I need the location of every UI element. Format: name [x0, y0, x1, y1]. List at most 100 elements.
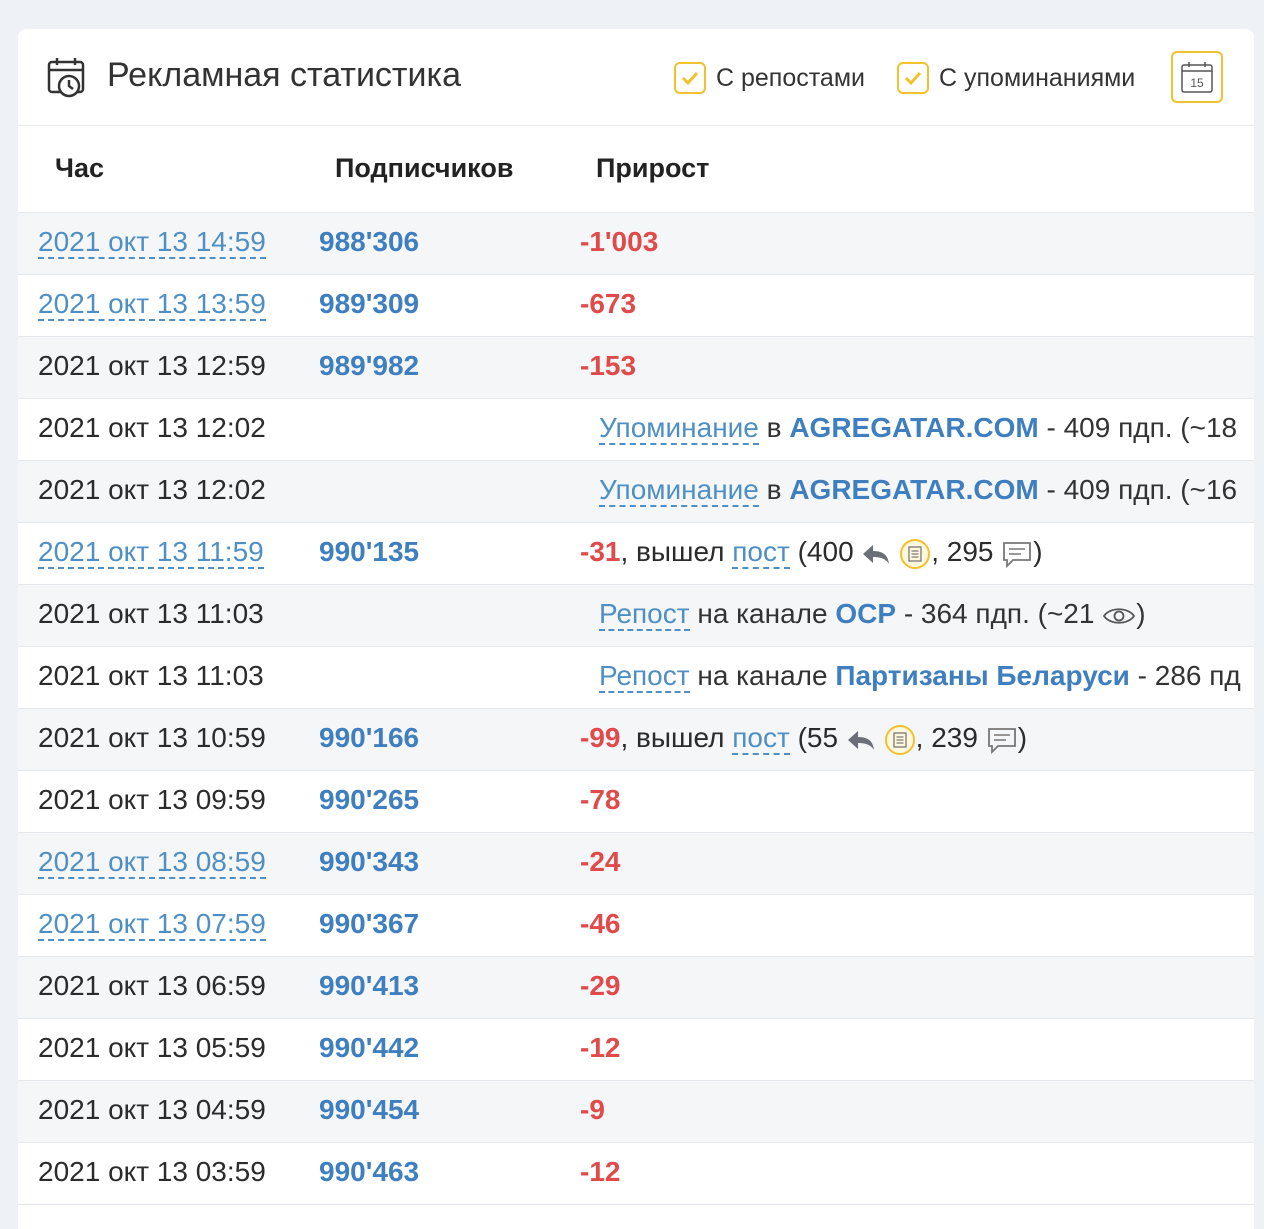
row-event: Упоминание в AGREGATAR.COM - 409 пдп. (~… — [599, 412, 1238, 445]
post-link[interactable]: пост — [732, 722, 790, 755]
reply-icon — [847, 730, 874, 750]
row-time: 2021 окт 13 11:03 — [38, 660, 264, 691]
post-text: , вышел — [620, 722, 725, 753]
column-subscribers: Подписчиков — [335, 153, 514, 183]
row-time-link[interactable]: 2021 окт 13 07:59 — [38, 909, 266, 941]
calendar-clock-icon — [47, 58, 85, 98]
table-row: 2021 окт 13 09:59 990'265 -78 — [18, 771, 1254, 833]
filter-mentions[interactable]: С упоминаниями — [897, 59, 1135, 97]
growth-value: -99 — [580, 722, 621, 753]
repost-link[interactable]: Репост — [599, 598, 690, 631]
row-growth: -153 — [580, 350, 637, 381]
row-subscribers: 989'309 — [319, 288, 420, 319]
row-time-link[interactable]: 2021 окт 13 08:59 — [38, 847, 266, 879]
row-time-link[interactable]: 2021 окт 13 14:59 — [38, 227, 266, 259]
table-header: Час Подписчиков Прирост — [18, 126, 1254, 213]
row-time: 2021 окт 13 03:59 — [38, 1156, 266, 1187]
filter-reposts[interactable]: С репостами — [674, 59, 865, 97]
row-time: 2021 окт 13 09:59 — [38, 784, 266, 815]
table-row-mention: 2021 окт 13 12:02 Упоминание в AGREGATAR… — [18, 461, 1254, 523]
row-subscribers: 989'982 — [319, 350, 420, 381]
column-growth: Прирост — [596, 153, 710, 183]
event-details: - 409 пдп. (~16 — [1046, 474, 1238, 505]
check-icon — [681, 71, 699, 86]
event-prep: на канале — [697, 660, 828, 691]
row-growth: -1'003 — [580, 226, 659, 257]
row-time: 2021 окт 13 12:02 — [38, 474, 266, 505]
row-subscribers: 990'454 — [319, 1094, 420, 1125]
calendar-button[interactable]: 15 — [1171, 51, 1223, 103]
channel-link[interactable]: AGREGATAR.COM — [789, 412, 1038, 443]
row-subscribers: 990'135 — [319, 536, 420, 567]
post-close: ) — [1017, 722, 1028, 753]
row-subscribers: 990'265 — [319, 784, 420, 815]
table-row: 2021 окт 13 08:59 990'343 -24 — [18, 833, 1254, 895]
table-row: 2021 окт 13 03:59 990'463 -12 — [18, 1143, 1254, 1205]
row-time: 2021 окт 13 10:59 — [38, 722, 266, 753]
row-event: Упоминание в AGREGATAR.COM - 409 пдп. (~… — [599, 474, 1238, 507]
row-growth: -24 — [580, 846, 621, 877]
row-time-link[interactable]: 2021 окт 13 13:59 — [38, 289, 266, 321]
row-event: Репост на канале Партизаны Беларуси - 28… — [599, 660, 1241, 693]
comment-icon — [1003, 541, 1032, 568]
row-time: 2021 окт 13 12:02 — [38, 412, 266, 443]
event-details: - 364 пдп. (~21 — [903, 598, 1095, 629]
row-subscribers: 990'367 — [319, 908, 420, 939]
table-row: 2021 окт 13 05:59 990'442 -12 — [18, 1019, 1254, 1081]
mentions-checkbox[interactable] — [897, 62, 929, 94]
post-close: ) — [1033, 536, 1043, 567]
event-details: - 286 пд — [1137, 660, 1241, 691]
growth-value: -31 — [580, 536, 621, 567]
table-row: 2021 окт 13 06:59 990'413 -29 — [18, 957, 1254, 1019]
table-row: 2021 окт 13 04:59 990'454 -9 — [18, 1081, 1254, 1143]
card-header: Рекламная статистика С репостами С упоми… — [18, 29, 1254, 126]
views-icon — [900, 538, 931, 569]
mentions-label: С упоминаниями — [939, 63, 1136, 92]
row-growth: -9 — [580, 1094, 605, 1125]
row-time-link[interactable]: 2021 окт 13 11:59 — [38, 537, 264, 569]
channel-link[interactable]: Партизаны Беларуси — [835, 660, 1130, 691]
row-subscribers: 990'343 — [319, 846, 420, 877]
channel-link[interactable]: ОСР — [835, 598, 896, 629]
row-growth: -12 — [580, 1156, 621, 1187]
table-row-mention: 2021 окт 13 12:02 Упоминание в AGREGATAR… — [18, 399, 1254, 461]
event-close: ) — [1136, 598, 1146, 629]
calendar-day: 15 — [1190, 76, 1204, 90]
table-row: 2021 окт 13 12:59 989'982 -153 — [18, 337, 1254, 399]
row-subscribers: 990'413 — [319, 970, 420, 1001]
mention-link[interactable]: Упоминание — [599, 474, 759, 507]
row-time: 2021 окт 13 06:59 — [38, 970, 266, 1001]
row-time: 2021 окт 13 05:59 — [38, 1032, 266, 1063]
row-growth: -673 — [580, 288, 637, 319]
table-row-post: 2021 окт 13 11:59 990'135 -31, вышел пос… — [18, 523, 1254, 585]
comment-icon — [987, 727, 1016, 754]
repost-link[interactable]: Репост — [599, 660, 690, 693]
page-title: Рекламная статистика — [107, 56, 462, 94]
reposts-label: С репостами — [716, 63, 865, 92]
table-row-repost: 2021 окт 13 11:03 Репост на канале ОСР -… — [18, 585, 1254, 647]
post-comments: , 295 — [931, 536, 994, 567]
post-text: , вышел — [620, 536, 725, 567]
ad-stats-card: Рекламная статистика С репостами С упоми… — [18, 29, 1254, 1229]
post-reposts: (400 — [797, 536, 854, 567]
column-hour: Час — [55, 153, 105, 183]
check-icon — [904, 71, 922, 86]
row-time: 2021 окт 13 11:03 — [38, 598, 264, 629]
eye-icon — [1103, 607, 1136, 624]
post-link[interactable]: пост — [732, 536, 790, 569]
reposts-checkbox[interactable] — [674, 62, 706, 94]
mention-link[interactable]: Упоминание — [599, 412, 759, 445]
row-subscribers: 990'442 — [319, 1032, 420, 1063]
row-growth: -12 — [580, 1032, 621, 1063]
row-growth: -78 — [580, 784, 621, 815]
event-prep: на канале — [697, 598, 828, 629]
post-reposts: (55 — [797, 722, 839, 753]
event-details: - 409 пдп. (~18 — [1046, 412, 1238, 443]
row-subscribers: 988'306 — [319, 226, 420, 257]
calendar-icon: 15 — [1181, 62, 1213, 93]
table-row: 2021 окт 13 07:59 990'367 -46 — [18, 895, 1254, 957]
channel-link[interactable]: AGREGATAR.COM — [789, 474, 1038, 505]
event-prep: в — [766, 474, 782, 505]
row-event: Репост на канале ОСР - 364 пдп. (~21 ) — [599, 598, 1146, 631]
post-comments: , 239 — [915, 722, 978, 753]
